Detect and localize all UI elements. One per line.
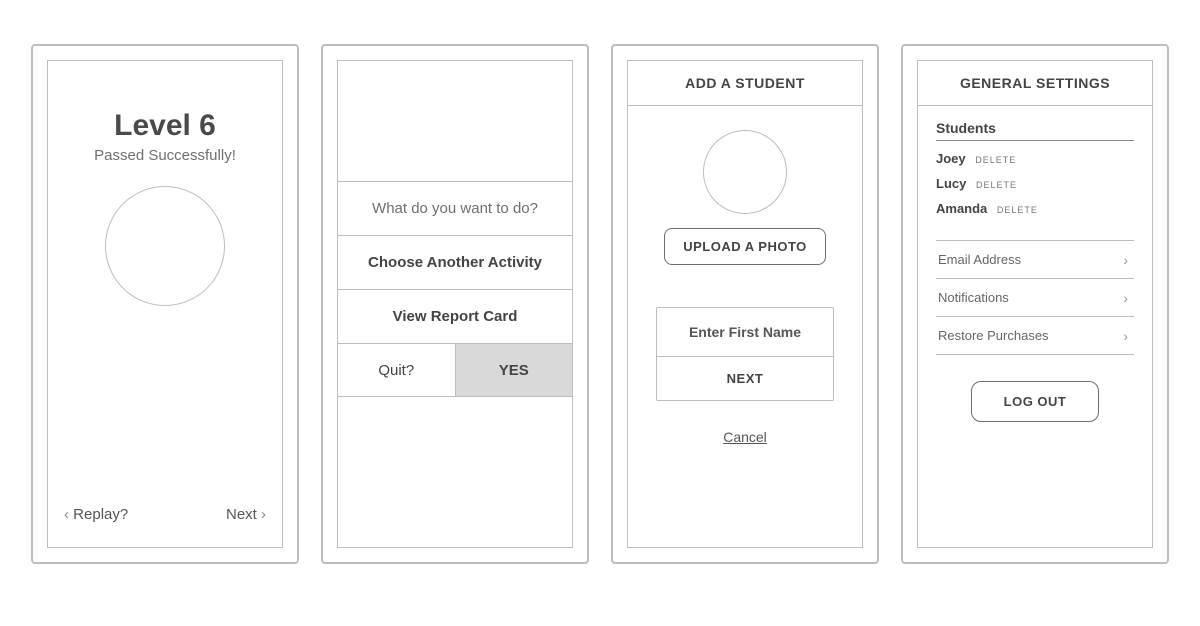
avatar-placeholder bbox=[105, 186, 225, 306]
students-heading: Students bbox=[936, 120, 1134, 141]
quit-label: Quit? bbox=[338, 344, 455, 396]
first-name-input[interactable]: Enter First Name bbox=[657, 308, 833, 356]
view-report-card-button[interactable]: View Report Card bbox=[338, 289, 572, 343]
student-row: Lucy DELETE bbox=[936, 166, 1134, 191]
student-name: Amanda bbox=[936, 201, 987, 216]
upload-photo-button[interactable]: UPLOAD A PHOTO bbox=[664, 228, 826, 265]
student-name: Lucy bbox=[936, 176, 966, 191]
setting-label: Notifications bbox=[938, 290, 1009, 305]
next-button[interactable]: Next › bbox=[226, 506, 266, 523]
delete-student-button[interactable]: DELETE bbox=[976, 180, 1017, 190]
email-address-row[interactable]: Email Address › bbox=[936, 240, 1134, 278]
chevron-left-icon: ‹ bbox=[64, 506, 69, 523]
student-row: Joey DELETE bbox=[936, 141, 1134, 166]
quit-yes-button[interactable]: YES bbox=[455, 344, 573, 396]
chevron-right-icon: › bbox=[1123, 328, 1128, 344]
screen-add-student: ADD A STUDENT UPLOAD A PHOTO Enter First… bbox=[611, 44, 879, 564]
next-button[interactable]: NEXT bbox=[657, 356, 833, 400]
screen-action-prompt: What do you want to do? Choose Another A… bbox=[321, 44, 589, 564]
notifications-row[interactable]: Notifications › bbox=[936, 278, 1134, 316]
photo-placeholder bbox=[703, 130, 787, 214]
replay-button[interactable]: ‹ Replay? bbox=[64, 506, 128, 523]
setting-label: Restore Purchases bbox=[938, 328, 1049, 343]
page-title: ADD A STUDENT bbox=[628, 61, 862, 106]
setting-label: Email Address bbox=[938, 252, 1021, 267]
cancel-link[interactable]: Cancel bbox=[723, 429, 767, 445]
student-row: Amanda DELETE bbox=[936, 191, 1134, 216]
page-title: GENERAL SETTINGS bbox=[918, 61, 1152, 106]
level-title: Level 6 bbox=[114, 109, 216, 143]
chevron-right-icon: › bbox=[1123, 290, 1128, 306]
choose-activity-button[interactable]: Choose Another Activity bbox=[338, 235, 572, 289]
screen-general-settings: GENERAL SETTINGS Students Joey DELETE Lu… bbox=[901, 44, 1169, 564]
delete-student-button[interactable]: DELETE bbox=[997, 205, 1038, 215]
delete-student-button[interactable]: DELETE bbox=[975, 155, 1016, 165]
student-name: Joey bbox=[936, 151, 966, 166]
screen-level-complete: Level 6 Passed Successfully! ‹ Replay? N… bbox=[31, 44, 299, 564]
log-out-button[interactable]: LOG OUT bbox=[971, 381, 1100, 422]
prompt-text: What do you want to do? bbox=[338, 181, 572, 235]
replay-label: Replay? bbox=[73, 506, 128, 523]
chevron-right-icon: › bbox=[261, 506, 266, 523]
level-subtitle: Passed Successfully! bbox=[94, 147, 236, 164]
next-label: Next bbox=[226, 506, 257, 523]
chevron-right-icon: › bbox=[1123, 252, 1128, 268]
restore-purchases-row[interactable]: Restore Purchases › bbox=[936, 316, 1134, 354]
